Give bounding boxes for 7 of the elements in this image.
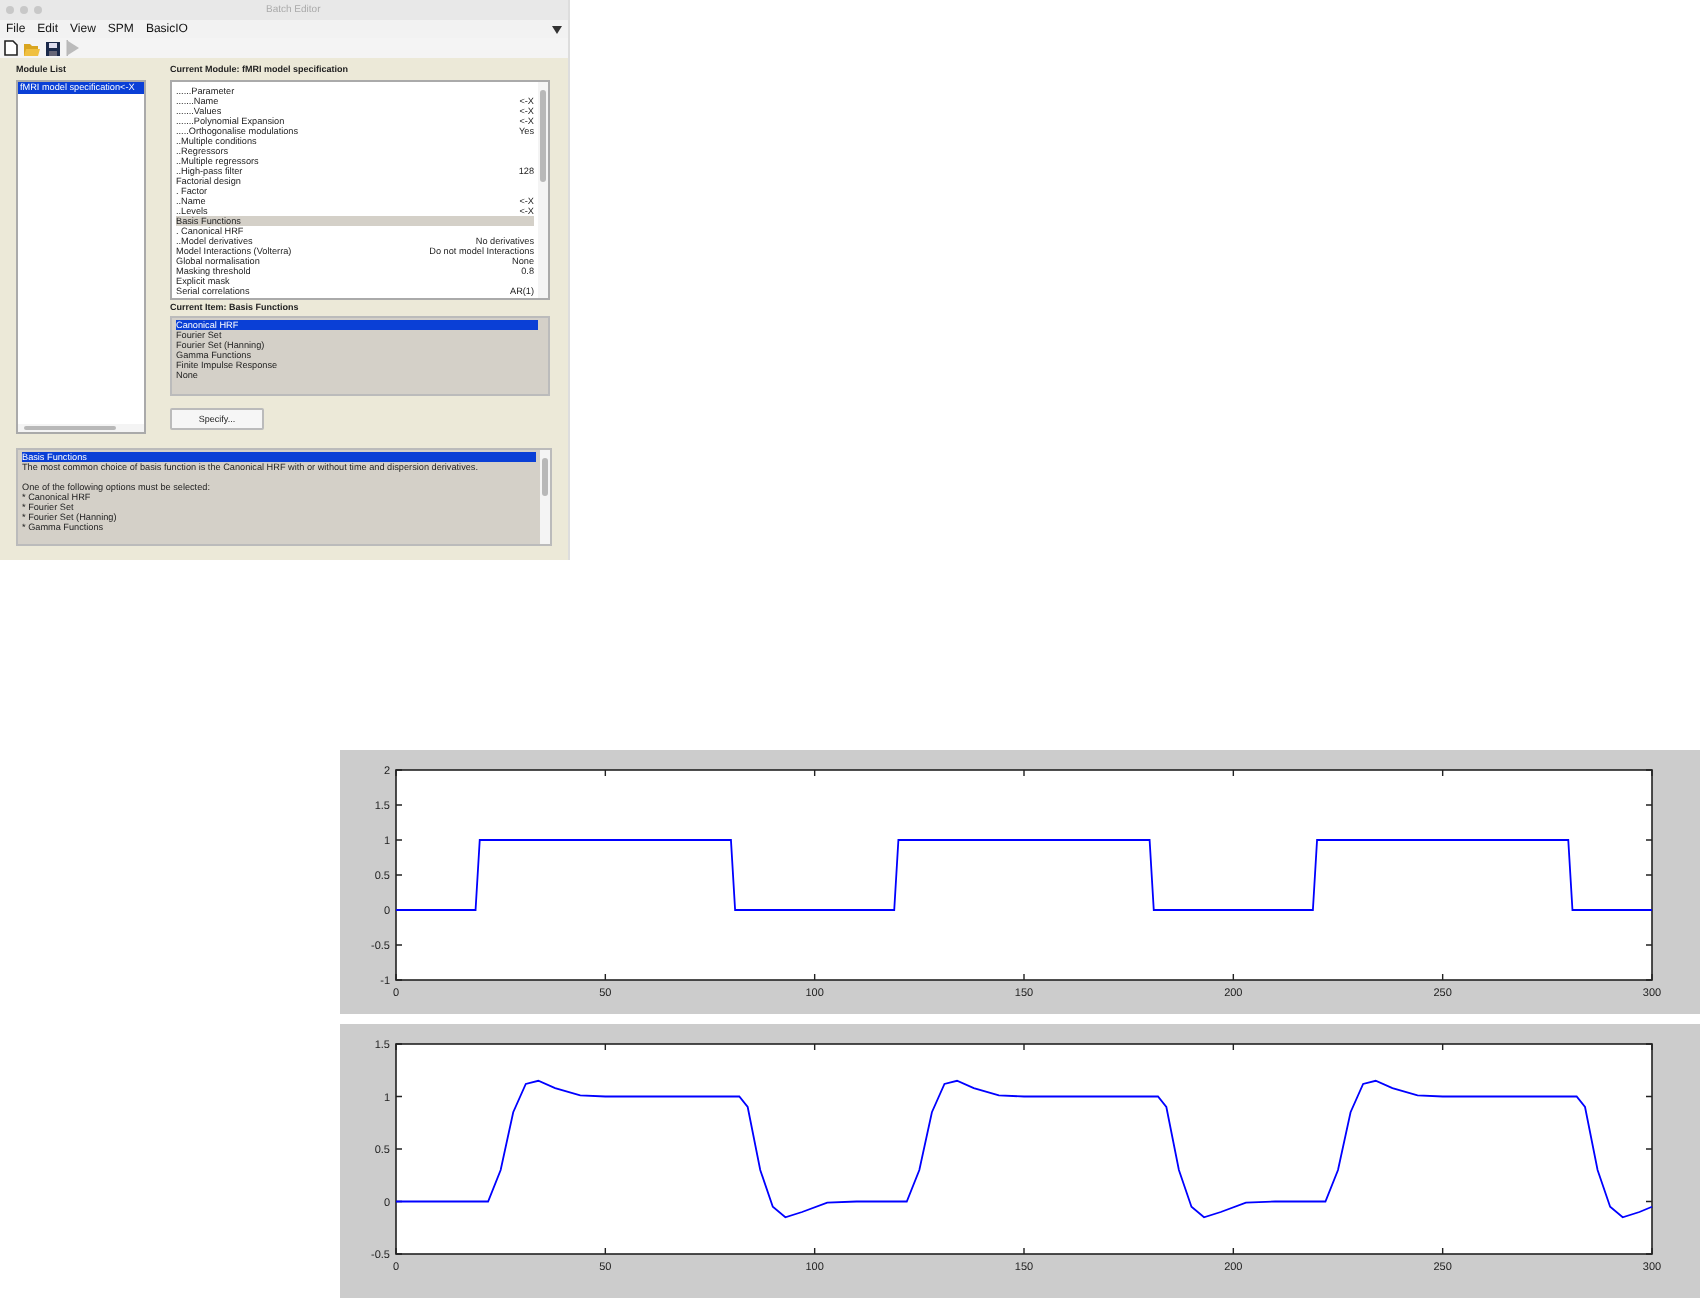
- save-icon[interactable]: [46, 41, 60, 55]
- scrollbar[interactable]: [538, 82, 548, 298]
- open-folder-icon[interactable]: [24, 41, 40, 55]
- scrollbar[interactable]: [540, 450, 550, 544]
- new-file-icon[interactable]: [4, 40, 18, 56]
- caret-icon[interactable]: [552, 25, 562, 33]
- scrollbar[interactable]: [18, 424, 144, 432]
